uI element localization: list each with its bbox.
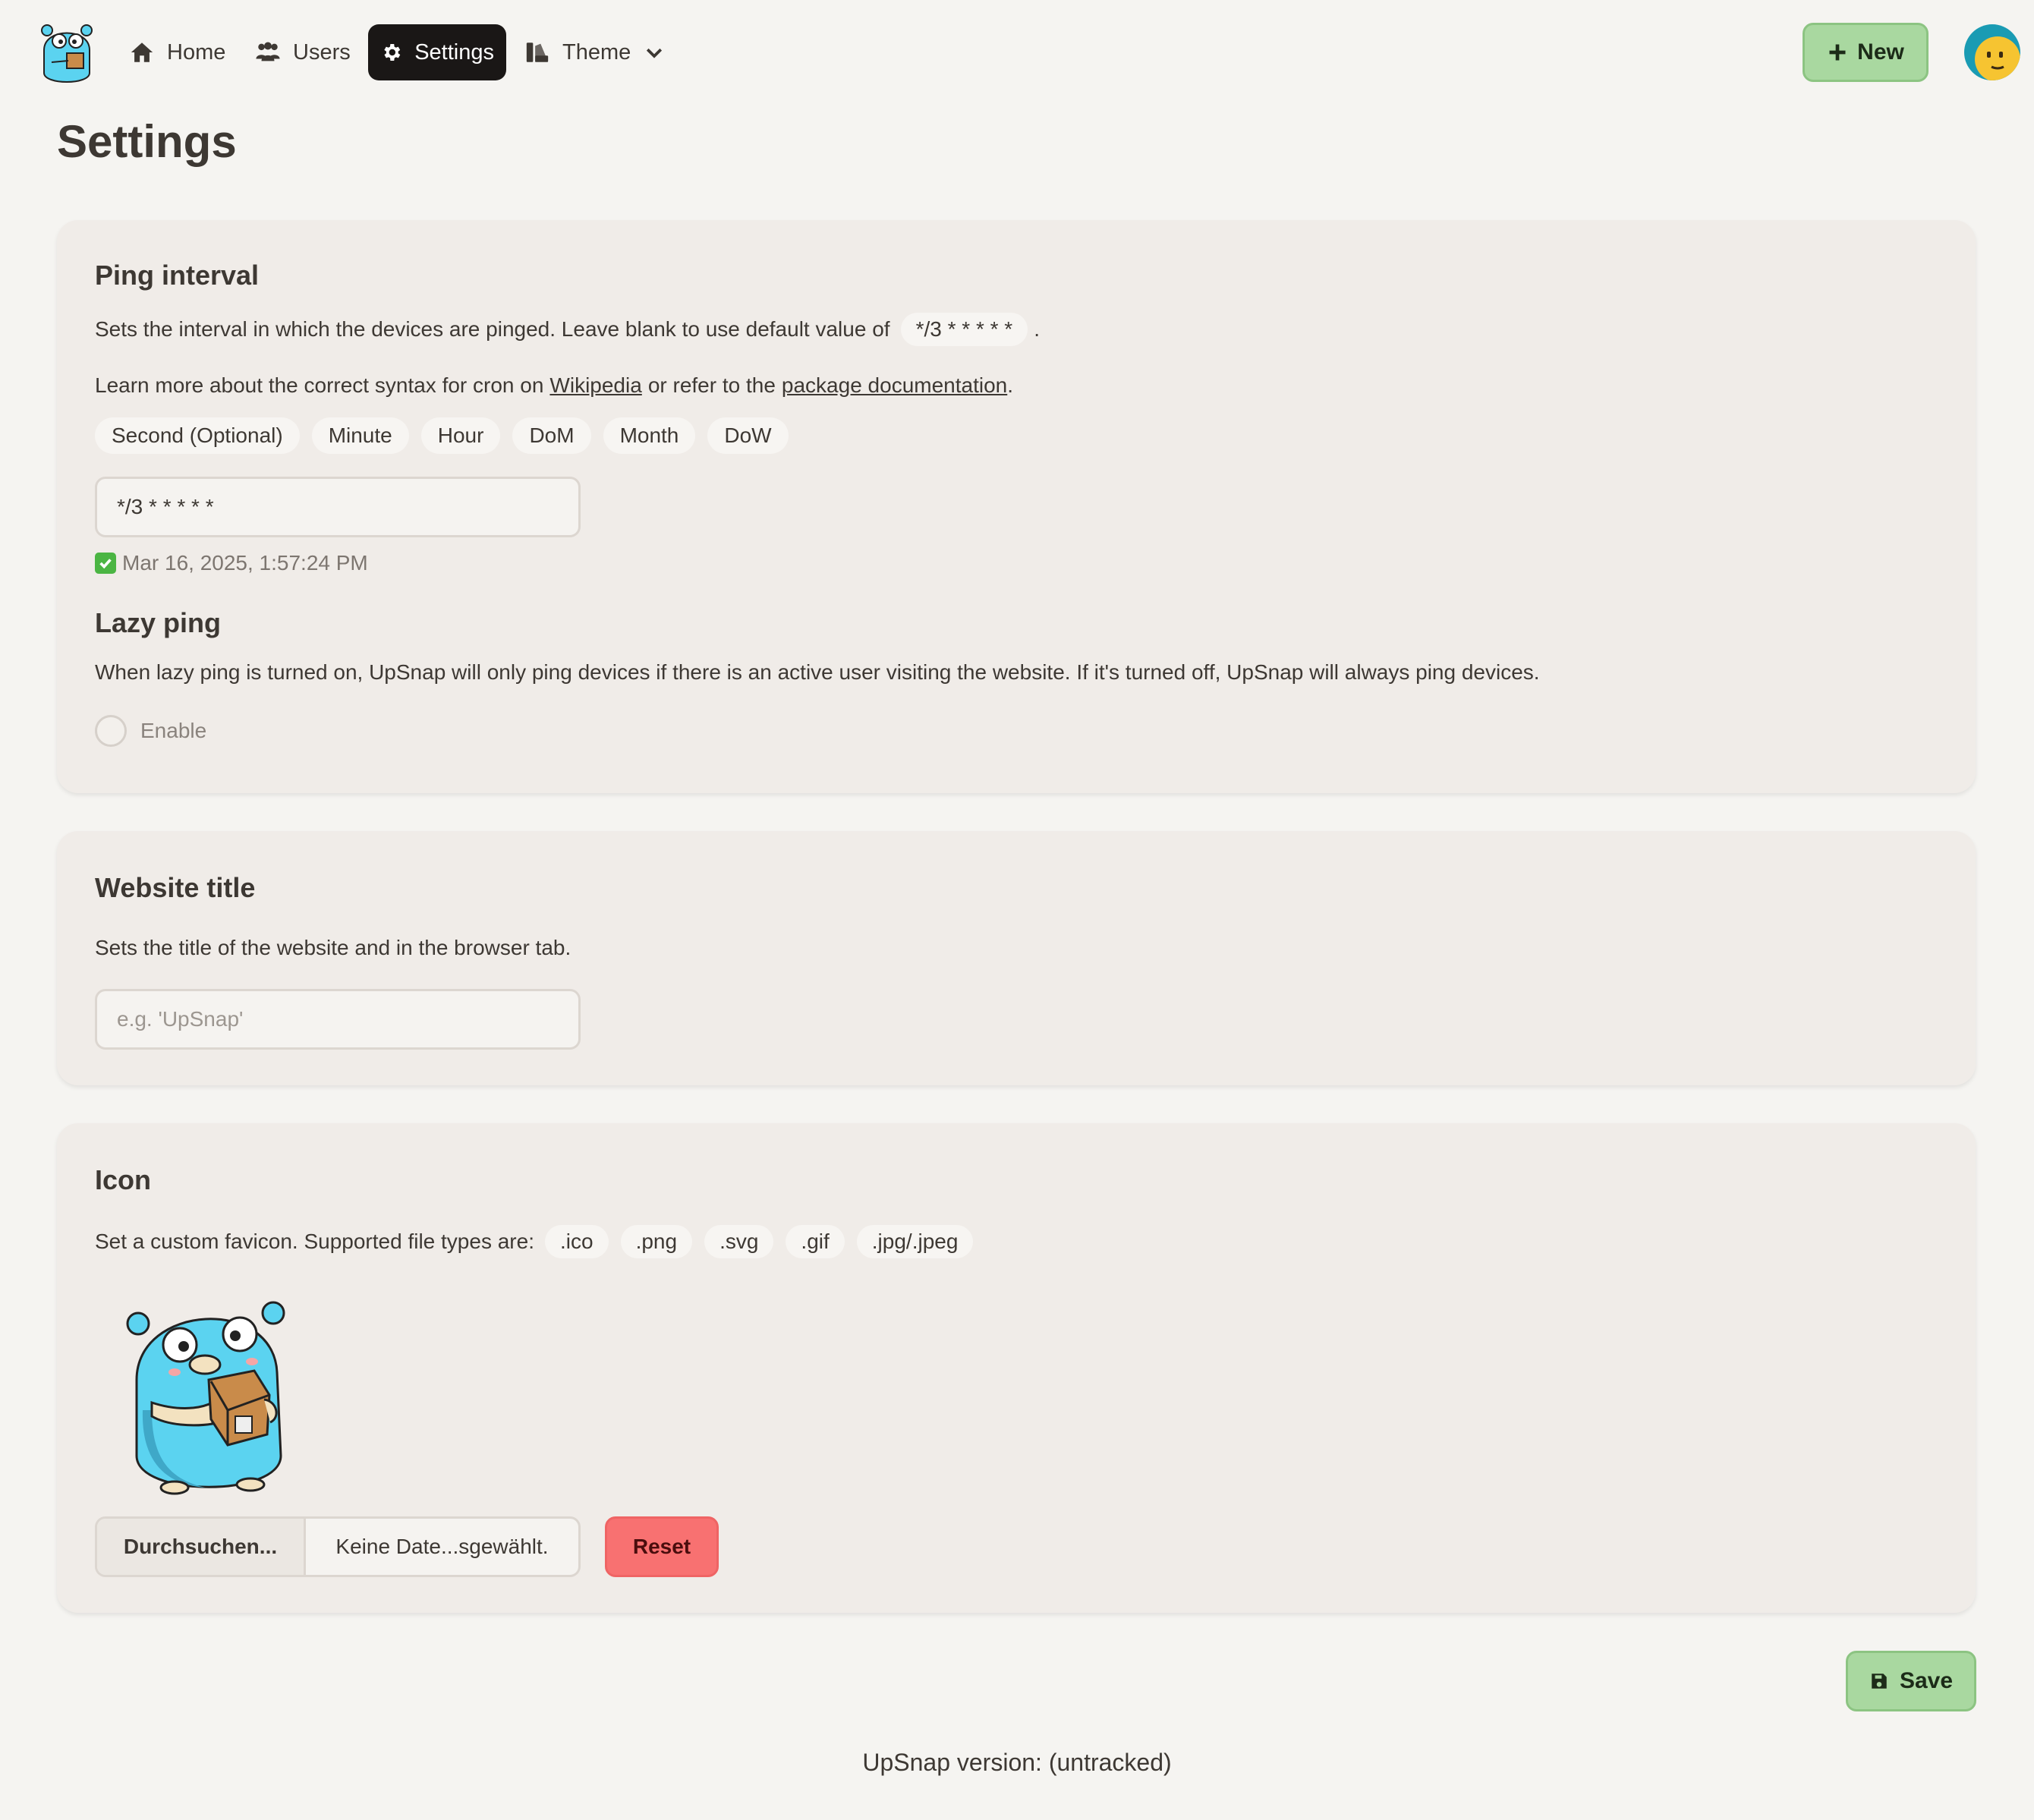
ping-desc-suffix: . xyxy=(1034,317,1040,341)
lazy-ping-title: Lazy ping xyxy=(95,607,222,638)
upsnap-logo-icon[interactable] xyxy=(36,20,97,87)
filetype-png: .png xyxy=(620,1225,693,1258)
chevron-down-icon xyxy=(647,48,663,58)
lazy-ping-description: When lazy ping is turned on, UpSnap will… xyxy=(95,660,1540,684)
package-docs-link[interactable]: package documentation xyxy=(782,373,1007,398)
nav-home[interactable]: Home xyxy=(117,24,238,80)
filetype-ico: .ico xyxy=(544,1225,609,1258)
wikipedia-link[interactable]: Wikipedia xyxy=(549,373,641,398)
nav-users[interactable]: Users xyxy=(243,24,363,80)
learn-suffix: . xyxy=(1007,373,1014,397)
ping-desc-prefix: Sets the interval in which the devices a… xyxy=(95,317,890,341)
lazy-ping-toggle[interactable] xyxy=(95,715,127,747)
cron-field-list: Second (Optional) Minute Hour DoM Month … xyxy=(95,417,789,454)
lazy-ping-toggle-row: Enable xyxy=(95,715,206,747)
reset-icon-button[interactable]: Reset xyxy=(605,1516,719,1577)
new-button-label: New xyxy=(1857,39,1904,65)
ping-interval-description: Sets the interval in which the devices a… xyxy=(95,313,1040,346)
gear-icon xyxy=(384,44,401,61)
icon-card: Icon Set a custom favicon. Supported fil… xyxy=(57,1123,1976,1613)
navbar: Home Users Settings Theme New xyxy=(0,0,2034,106)
users-icon xyxy=(256,42,280,61)
cron-field-hour: Hour xyxy=(420,417,501,454)
nav-theme-label: Theme xyxy=(562,39,631,65)
cron-syntax-help: Learn more about the correct syntax for … xyxy=(95,373,1013,398)
plus-icon xyxy=(1829,44,1846,61)
save-button-label: Save xyxy=(1899,1668,1954,1693)
floppy-disk-icon xyxy=(1872,1674,1887,1689)
home-icon xyxy=(131,43,153,62)
ping-interval-title: Ping interval xyxy=(95,260,260,291)
website-title-description: Sets the title of the website and in the… xyxy=(95,936,571,959)
cron-field-dow: DoW xyxy=(707,417,789,454)
website-title-card: Website title Sets the title of the webs… xyxy=(57,831,1976,1085)
save-button[interactable]: Save xyxy=(1846,1651,1976,1711)
current-favicon-preview xyxy=(126,1301,285,1495)
nav-settings[interactable]: Settings xyxy=(368,24,506,80)
icon-desc-text: Set a custom favicon. Supported file typ… xyxy=(95,1230,534,1253)
ping-settings-card: Ping interval Sets the interval in which… xyxy=(57,220,1976,793)
ping-default-value: */3 * * * * * xyxy=(900,313,1028,346)
nav-users-label: Users xyxy=(293,39,351,65)
cron-field-second: Second (Optional) xyxy=(95,417,300,454)
cron-field-month: Month xyxy=(603,417,696,454)
learn-prefix: Learn more about the correct syntax for … xyxy=(95,373,544,397)
favicon-file-input[interactable]: Durchsuchen... Keine Date...sgewählt. xyxy=(95,1516,581,1577)
nav-settings-label: Settings xyxy=(414,39,494,65)
palette-icon xyxy=(526,43,549,62)
version-footer: UpSnap version: (untracked) xyxy=(862,1749,1172,1776)
website-title-input[interactable] xyxy=(95,989,581,1050)
filetype-svg: .svg xyxy=(704,1225,774,1258)
nav-theme-dropdown[interactable]: Theme xyxy=(512,24,678,80)
website-title-heading: Website title xyxy=(95,872,256,903)
page-title: Settings xyxy=(57,116,237,167)
icon-heading: Icon xyxy=(95,1164,152,1195)
selected-file-name: Keine Date...sgewählt. xyxy=(335,1535,549,1558)
filetype-jpg: .jpg/.jpeg xyxy=(856,1225,974,1258)
filetype-gif: .gif xyxy=(786,1225,845,1258)
cron-field-dom: DoM xyxy=(512,417,591,454)
ping-interval-input[interactable] xyxy=(95,477,581,537)
browse-button[interactable]: Durchsuchen... xyxy=(97,1519,306,1575)
next-ping-time: Mar 16, 2025, 1:57:24 PM xyxy=(122,551,368,575)
icon-description: Set a custom favicon. Supported file typ… xyxy=(95,1225,979,1258)
learn-mid: or refer to the xyxy=(647,373,776,397)
check-icon xyxy=(95,553,116,574)
nav-home-label: Home xyxy=(167,39,226,65)
user-avatar[interactable] xyxy=(1964,24,2020,80)
lazy-ping-toggle-label: Enable xyxy=(140,719,207,742)
next-ping-status: Mar 16, 2025, 1:57:24 PM xyxy=(95,551,368,575)
cron-field-minute: Minute xyxy=(311,417,409,454)
new-button[interactable]: New xyxy=(1803,23,1929,82)
